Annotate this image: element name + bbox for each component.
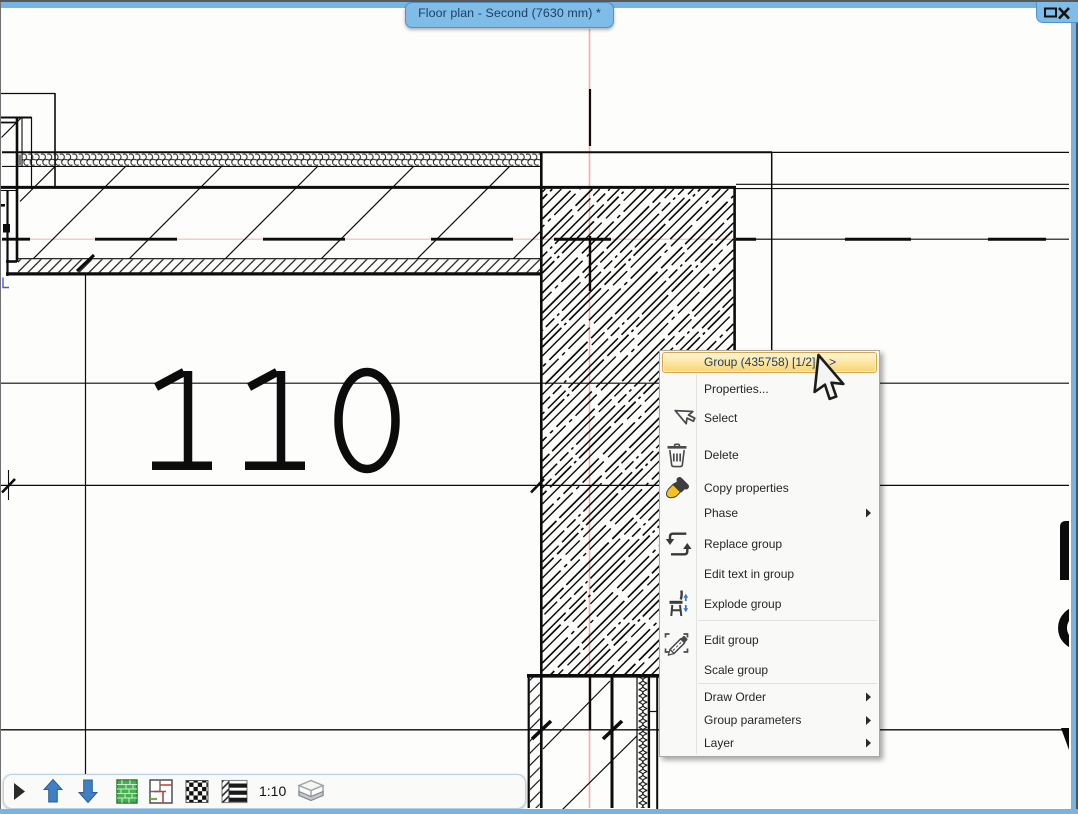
svg-text:1:10: 1:10	[259, 783, 286, 799]
